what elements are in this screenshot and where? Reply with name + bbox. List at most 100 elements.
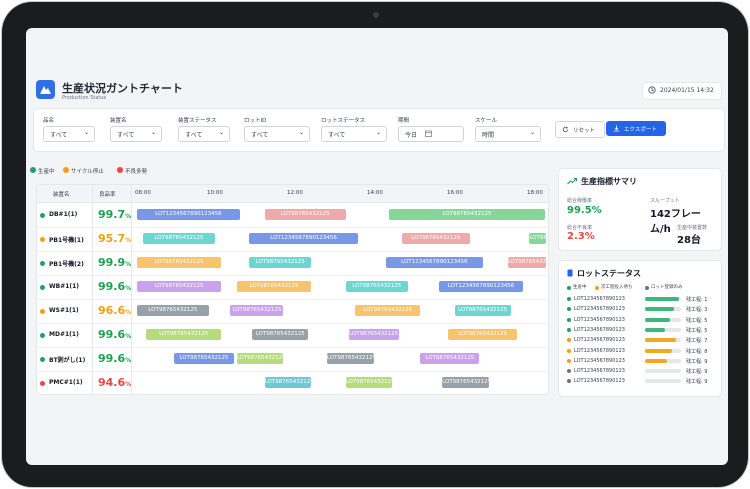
lot-progress-fill xyxy=(645,338,676,343)
lot-list-item[interactable]: LOT1234567890123 残工程: 5 xyxy=(559,316,721,325)
lot-bar[interactable]: LOT98765432125 xyxy=(249,257,312,268)
device-name: DB#1(1) xyxy=(49,211,78,218)
lot-bar[interactable]: LOT98765432125 xyxy=(354,305,421,316)
lot-bar[interactable]: LOT98765432125 xyxy=(264,377,312,388)
device-name: PB1号機(1) xyxy=(49,237,84,244)
lot-list-item[interactable]: LOT1234567890123 残工程: 9 xyxy=(559,367,721,376)
yield-rate-value: 95.7 xyxy=(98,232,126,245)
document-icon xyxy=(567,269,573,277)
lot-remaining-steps: 残工程: 7 xyxy=(686,338,708,345)
lot-bar[interactable]: LOT98765432125 xyxy=(137,257,222,268)
yield-rate: 99.7% xyxy=(98,208,131,221)
lot-bar[interactable]: LOT1234567890123456 xyxy=(249,233,359,244)
lot-progress-fill xyxy=(645,317,671,322)
lot-remaining-steps: 残工程: 5 xyxy=(686,317,708,324)
datetime-text: 2024/01/15 14:32 xyxy=(660,87,714,94)
lot-bar[interactable]: LOT98765432125 xyxy=(448,329,517,340)
lot-bar[interactable]: LOT98765432125 xyxy=(348,329,399,340)
lot-bar[interactable]: LOT98765432125 xyxy=(529,233,546,244)
time-axis-label: 10:00 xyxy=(207,190,223,196)
lot-list-item[interactable]: LOT1234567890123 残工程: 8 xyxy=(559,347,721,356)
filter-value: すべて xyxy=(251,132,269,139)
lot-list-item[interactable]: LOT1234567890123 残工程: 9 xyxy=(559,377,721,386)
filter-select-scale[interactable]: 時間 ⌄ xyxy=(475,126,541,142)
lot-id: LOT1234567890123 xyxy=(574,296,625,302)
filter-select-lot-status[interactable]: すべて ⌄ xyxy=(321,126,387,142)
lot-bar[interactable]: LOT98765432125 xyxy=(252,329,309,340)
chevron-down-icon: ⌄ xyxy=(529,129,535,136)
export-button[interactable]: エクスポート xyxy=(606,121,666,136)
filter-value: 今日 xyxy=(405,132,418,139)
gantt-row[interactable]: MD#1(1) 99.6% LOT98765432125 LOT98765432125… xyxy=(37,323,548,348)
lot-bar[interactable]: LOT98765432125 xyxy=(236,353,284,364)
lot-bar[interactable]: LOT98765432125 xyxy=(236,281,312,292)
lot-bar[interactable]: LOT98765432125 xyxy=(454,305,511,316)
filter-label-scale: スケール xyxy=(475,118,498,124)
gantt-row[interactable]: DB#1(1) 99.7% LOT1234567890123456 LOT987654… xyxy=(37,203,548,228)
reset-button[interactable]: リセット xyxy=(555,121,605,138)
lot-status-dot xyxy=(567,379,571,384)
lot-remaining-steps: 残工程: 9 xyxy=(686,369,708,376)
export-label: エクスポート xyxy=(624,127,657,133)
lot-list-item[interactable]: LOT1234567890123 残工程: 3 xyxy=(559,305,721,314)
yield-rate-value: 94.6 xyxy=(98,376,126,389)
yield-rate: 96.6% xyxy=(98,304,131,317)
filter-select-product[interactable]: すべて ⌄ xyxy=(43,126,95,142)
kpi-label-defect-rate: 総合不良率 xyxy=(567,225,593,231)
lot-bar[interactable]: LOT98765432125 xyxy=(442,377,489,388)
lot-bar[interactable]: LOT1234567890123456 xyxy=(439,281,524,292)
lot-id: LOT1234567890123 xyxy=(574,326,625,333)
yield-rate: 95.7% xyxy=(98,232,131,245)
lot-progress-bar xyxy=(645,369,681,374)
lot-progress-bar xyxy=(645,379,681,384)
lot-legend-label: 生産中 xyxy=(573,285,587,290)
lot-bar[interactable]: LOT98765432125 xyxy=(230,305,284,316)
lot-bar[interactable]: LOT1234567890123456 xyxy=(386,257,483,268)
lot-bar[interactable]: LOT98765432125 xyxy=(420,353,480,364)
gantt-row[interactable]: WB#1(1) 99.6% LOT98765432125 LOT98765432125… xyxy=(37,275,548,300)
kpi-label-active-devices: 生産中装置数 xyxy=(677,225,708,231)
lot-bar[interactable]: LOT98765432125 xyxy=(137,305,209,316)
gantt-row[interactable]: PB1号機(1) 95.7% LOT98765432125 LOT1234567890… xyxy=(37,227,548,252)
time-axis-label: 18:00 xyxy=(527,190,543,196)
filter-select-device-status[interactable]: すべて ⌄ xyxy=(178,126,230,142)
lot-list-item[interactable]: LOT1234567890123 残工程: 1 xyxy=(559,295,721,304)
lot-bar[interactable]: LOT98765432125 xyxy=(146,329,222,340)
lot-bar[interactable]: LOT1234567890123456 xyxy=(137,209,240,220)
lot-list-item[interactable]: LOT1234567890123 残工程: 7 xyxy=(559,336,721,345)
yield-rate-value: 99.6 xyxy=(98,280,126,293)
gantt-row[interactable]: WS#1(1) 96.6% LOT98765432125 LOT98765432125… xyxy=(37,299,548,324)
lot-status-dot xyxy=(567,348,571,353)
filter-label-period: 期間 xyxy=(398,118,410,124)
lot-bar[interactable]: LOT98765432125 xyxy=(401,233,471,244)
status-dot xyxy=(40,381,45,386)
gantt-row[interactable]: PB1号機(2) 99.9% LOT98765432125 LOT9876543212… xyxy=(37,251,548,276)
filter-value: すべて xyxy=(50,132,68,139)
lot-bar[interactable]: LOT98765432125 xyxy=(264,209,346,220)
lot-bar[interactable]: LOT98765432125 xyxy=(507,257,546,268)
filter-select-lot-id[interactable]: すべて ⌄ xyxy=(244,126,310,142)
filter-select-device[interactable]: すべて ⌄ xyxy=(110,126,162,142)
chevron-down-icon: ⌄ xyxy=(83,129,89,136)
lot-bar[interactable]: LOT98765432125 xyxy=(143,233,215,244)
lot-bar[interactable]: LOT98765432125 xyxy=(345,377,393,388)
filter-date-period[interactable]: 今日 xyxy=(398,126,464,142)
lot-remaining-steps: 残工程: 9 xyxy=(686,379,708,386)
chevron-down-icon: ⌄ xyxy=(218,129,224,136)
lot-list-item[interactable]: LOT1234567890123 残工程: 9 xyxy=(559,357,721,366)
gantt-row[interactable]: PMC#1(1) 94.6% LOT98765432125 LOT9876543212… xyxy=(37,371,548,394)
lot-bar[interactable]: LOT98765432125 xyxy=(345,281,408,292)
lot-progress-fill xyxy=(645,307,674,312)
filter-bar: 品名 すべて ⌄ 装置名 すべて ⌄ 装置ステータス すべて ⌄ ロットID すべて ⌄… xyxy=(33,108,725,152)
lot-progress-bar xyxy=(645,358,681,363)
lot-bar[interactable]: LOT98765432125 xyxy=(137,281,222,292)
lot-legend-dot xyxy=(567,286,571,290)
yield-rate-value: 99.9 xyxy=(98,256,126,269)
lot-bar[interactable]: LOT98765432125 xyxy=(326,353,374,364)
lot-bar[interactable]: LOT98765432125 xyxy=(174,353,234,364)
gantt-row[interactable]: BT剥がし(1) 99.6% LOT98765432125 LOT9876543212… xyxy=(37,347,548,372)
lot-list-item[interactable]: LOT1234567890123 残工程: 5 xyxy=(559,326,721,335)
lot-bar[interactable]: LOT98765432125 xyxy=(389,209,545,220)
clock-icon xyxy=(648,86,656,94)
status-dot xyxy=(40,357,45,362)
